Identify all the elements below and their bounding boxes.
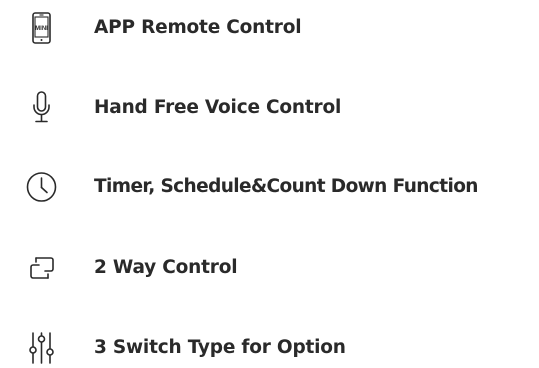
two-way-control-icon (22, 248, 62, 288)
clock-icon (22, 167, 62, 207)
feature-item-switch-type: 3 Switch Type for Option (0, 328, 539, 368)
feature-label: Hand Free Voice Control (94, 97, 342, 118)
feature-item-timer-schedule: Timer, Schedule&Count Down Function (0, 167, 539, 207)
feature-label: APP Remote Control (94, 17, 302, 38)
feature-label: Timer, Schedule&Count Down Function (94, 176, 478, 197)
feature-label: 2 Way Control (94, 257, 238, 278)
switch-sliders-icon (22, 328, 62, 368)
feature-item-two-way-control: 2 Way Control (0, 248, 539, 288)
feature-item-app-remote-control: MINI APP Remote Control (0, 8, 539, 48)
mini-label: MINI (35, 26, 48, 32)
feature-list: MINI APP Remote Control Hand Free Voice … (0, 0, 539, 366)
phone-mini-icon: MINI (22, 8, 62, 48)
feature-label: 3 Switch Type for Option (94, 337, 346, 358)
microphone-icon (22, 88, 62, 128)
feature-item-voice-control: Hand Free Voice Control (0, 88, 539, 128)
